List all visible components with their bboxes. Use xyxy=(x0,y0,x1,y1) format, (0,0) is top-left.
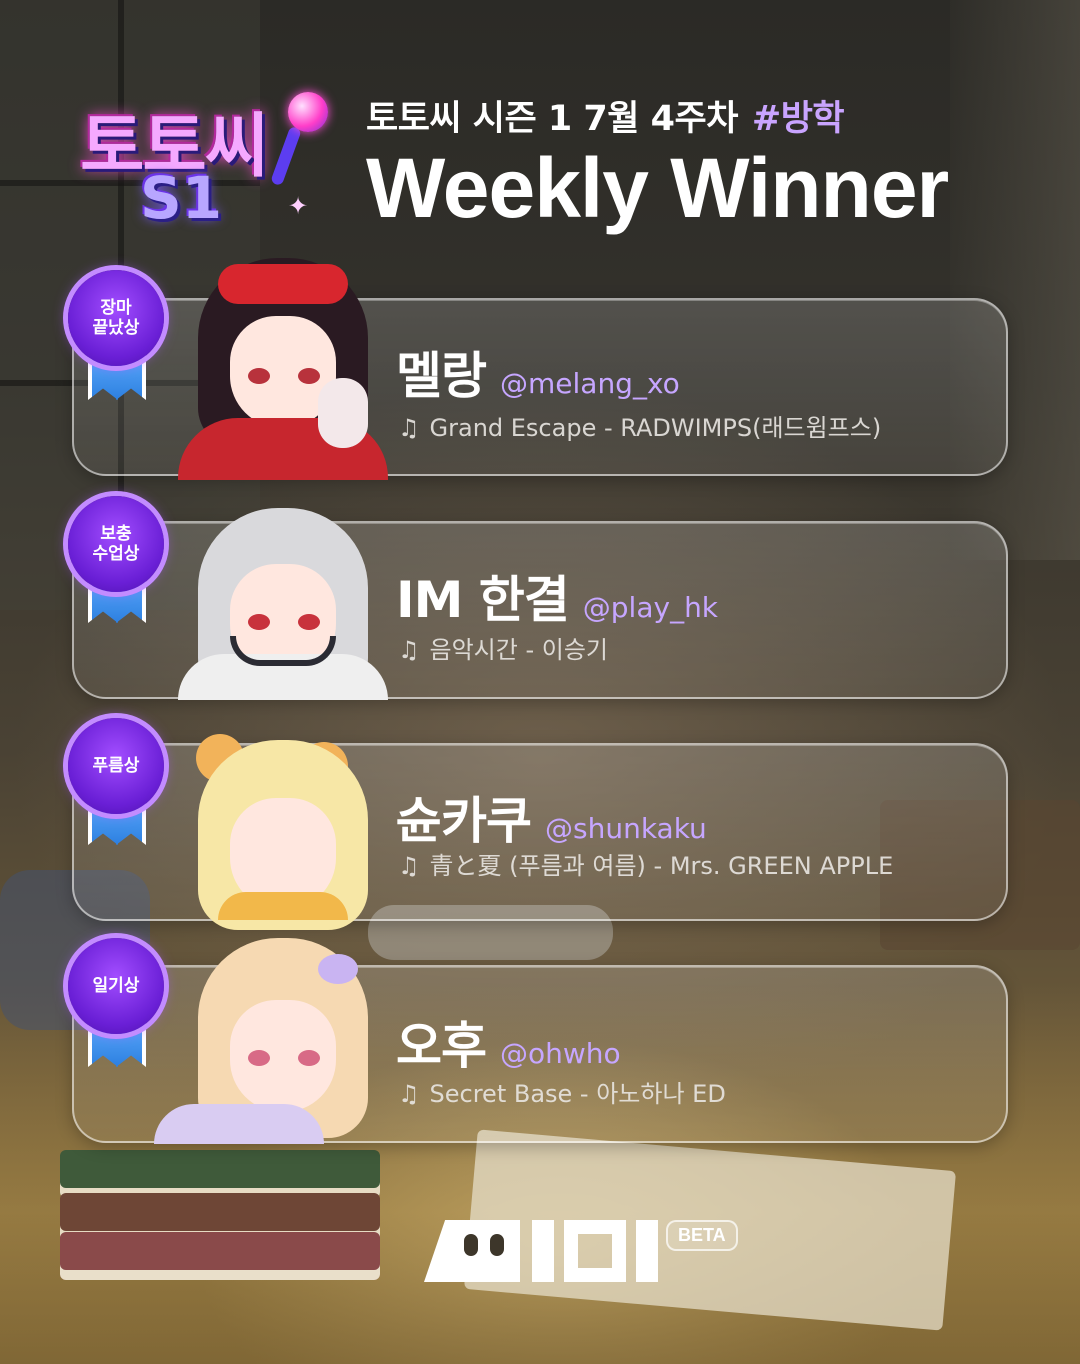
winner-avatar xyxy=(168,706,398,930)
song-title: Grand Escape - RADWIMPS(래드윔프스) xyxy=(429,414,882,442)
winner-song: ♫ Grand Escape - RADWIMPS(래드윔프스) xyxy=(398,408,881,443)
brand-logo-i xyxy=(636,1220,658,1282)
award-medal: 푸름상 xyxy=(68,718,164,814)
avatar-body xyxy=(218,892,348,920)
avatar-eye xyxy=(298,368,320,384)
song-title: 青と夏 (푸름과 여름) - Mrs. GREEN APPLE xyxy=(429,852,894,880)
winner-avatar xyxy=(168,478,398,700)
winner-name: 멜랑 xyxy=(396,347,487,405)
brand-logo-d xyxy=(564,1220,626,1282)
award-medal: 보충 수업상 xyxy=(68,496,164,592)
season-week-label: 토토씨 시즌 1 7월 4주차 xyxy=(366,99,738,139)
winner-name: 슌카쿠 xyxy=(396,792,532,850)
brand-logo-i xyxy=(532,1220,554,1282)
microphone-icon xyxy=(270,125,302,187)
winner-name-row: 멜랑 @melang_xo xyxy=(396,336,680,408)
award-label: 장마 끝났상 xyxy=(92,298,140,338)
winner-name-row: 슌카쿠 @shunkaku xyxy=(396,781,707,853)
avatar-eye xyxy=(298,1050,320,1066)
avatar-face xyxy=(230,1000,336,1112)
background-book xyxy=(60,1193,380,1241)
background-curtain xyxy=(950,0,1080,560)
winner-song: ♫ 음악시간 - 이승기 xyxy=(398,630,608,665)
music-note-icon: ♫ xyxy=(398,636,420,664)
sparkle-icon: ✦ xyxy=(288,192,309,220)
avatar-eye xyxy=(248,368,270,384)
beta-badge: BETA xyxy=(666,1220,738,1251)
winner-handle: @ohwho xyxy=(500,1037,621,1070)
show-logo: 토토씨 S1 ✦ xyxy=(74,82,334,232)
winner-name-row: IM 한결 @play_hk xyxy=(396,560,718,632)
bunny-plush-icon xyxy=(318,378,368,448)
avatar-eye xyxy=(298,614,320,630)
award-label: 일기상 xyxy=(92,976,140,996)
avatar-eye xyxy=(248,1050,270,1066)
winner-song: ♫ 青と夏 (푸름과 여름) - Mrs. GREEN APPLE xyxy=(398,846,893,881)
award-medal: 일기상 xyxy=(68,938,164,1034)
winner-song: ♫ Secret Base - 아노하나 ED xyxy=(398,1074,726,1109)
page-title: Weekly Winner xyxy=(366,141,949,235)
award-medal: 장마 끝났상 xyxy=(68,270,164,366)
brand-logo xyxy=(424,1214,658,1282)
background-book xyxy=(60,1150,380,1198)
logo-season: S1 xyxy=(140,164,223,232)
avatar-eye xyxy=(248,614,270,630)
winner-handle: @shunkaku xyxy=(545,812,707,845)
wing-icon xyxy=(318,954,358,984)
background-book xyxy=(60,1232,380,1280)
music-note-icon: ♫ xyxy=(398,414,420,442)
avatar-body xyxy=(154,1104,324,1144)
microphone-head-icon xyxy=(288,92,328,132)
song-title: 음악시간 - 이승기 xyxy=(429,636,608,664)
music-note-icon: ♫ xyxy=(398,852,420,880)
winner-name-row: 오후 @ohwho xyxy=(396,1006,621,1078)
winner-name: 오후 xyxy=(396,1017,487,1075)
award-label: 푸름상 xyxy=(92,756,140,776)
winner-avatar xyxy=(168,258,398,480)
award-label: 보충 수업상 xyxy=(92,524,140,564)
page-subtitle: 토토씨 시즌 1 7월 4주차 #방학 xyxy=(366,90,845,141)
winner-handle: @play_hk xyxy=(582,591,719,624)
winner-name: IM 한결 xyxy=(396,571,570,629)
song-title: Secret Base - 아노하나 ED xyxy=(429,1080,726,1108)
headphones-icon xyxy=(230,636,336,666)
winner-handle: @melang_xo xyxy=(500,367,680,400)
winner-avatar xyxy=(154,930,398,1150)
hashtag: #방학 xyxy=(751,99,845,139)
brand-logo-m xyxy=(424,1220,520,1282)
bow-icon xyxy=(218,264,348,304)
music-note-icon: ♫ xyxy=(398,1080,420,1108)
